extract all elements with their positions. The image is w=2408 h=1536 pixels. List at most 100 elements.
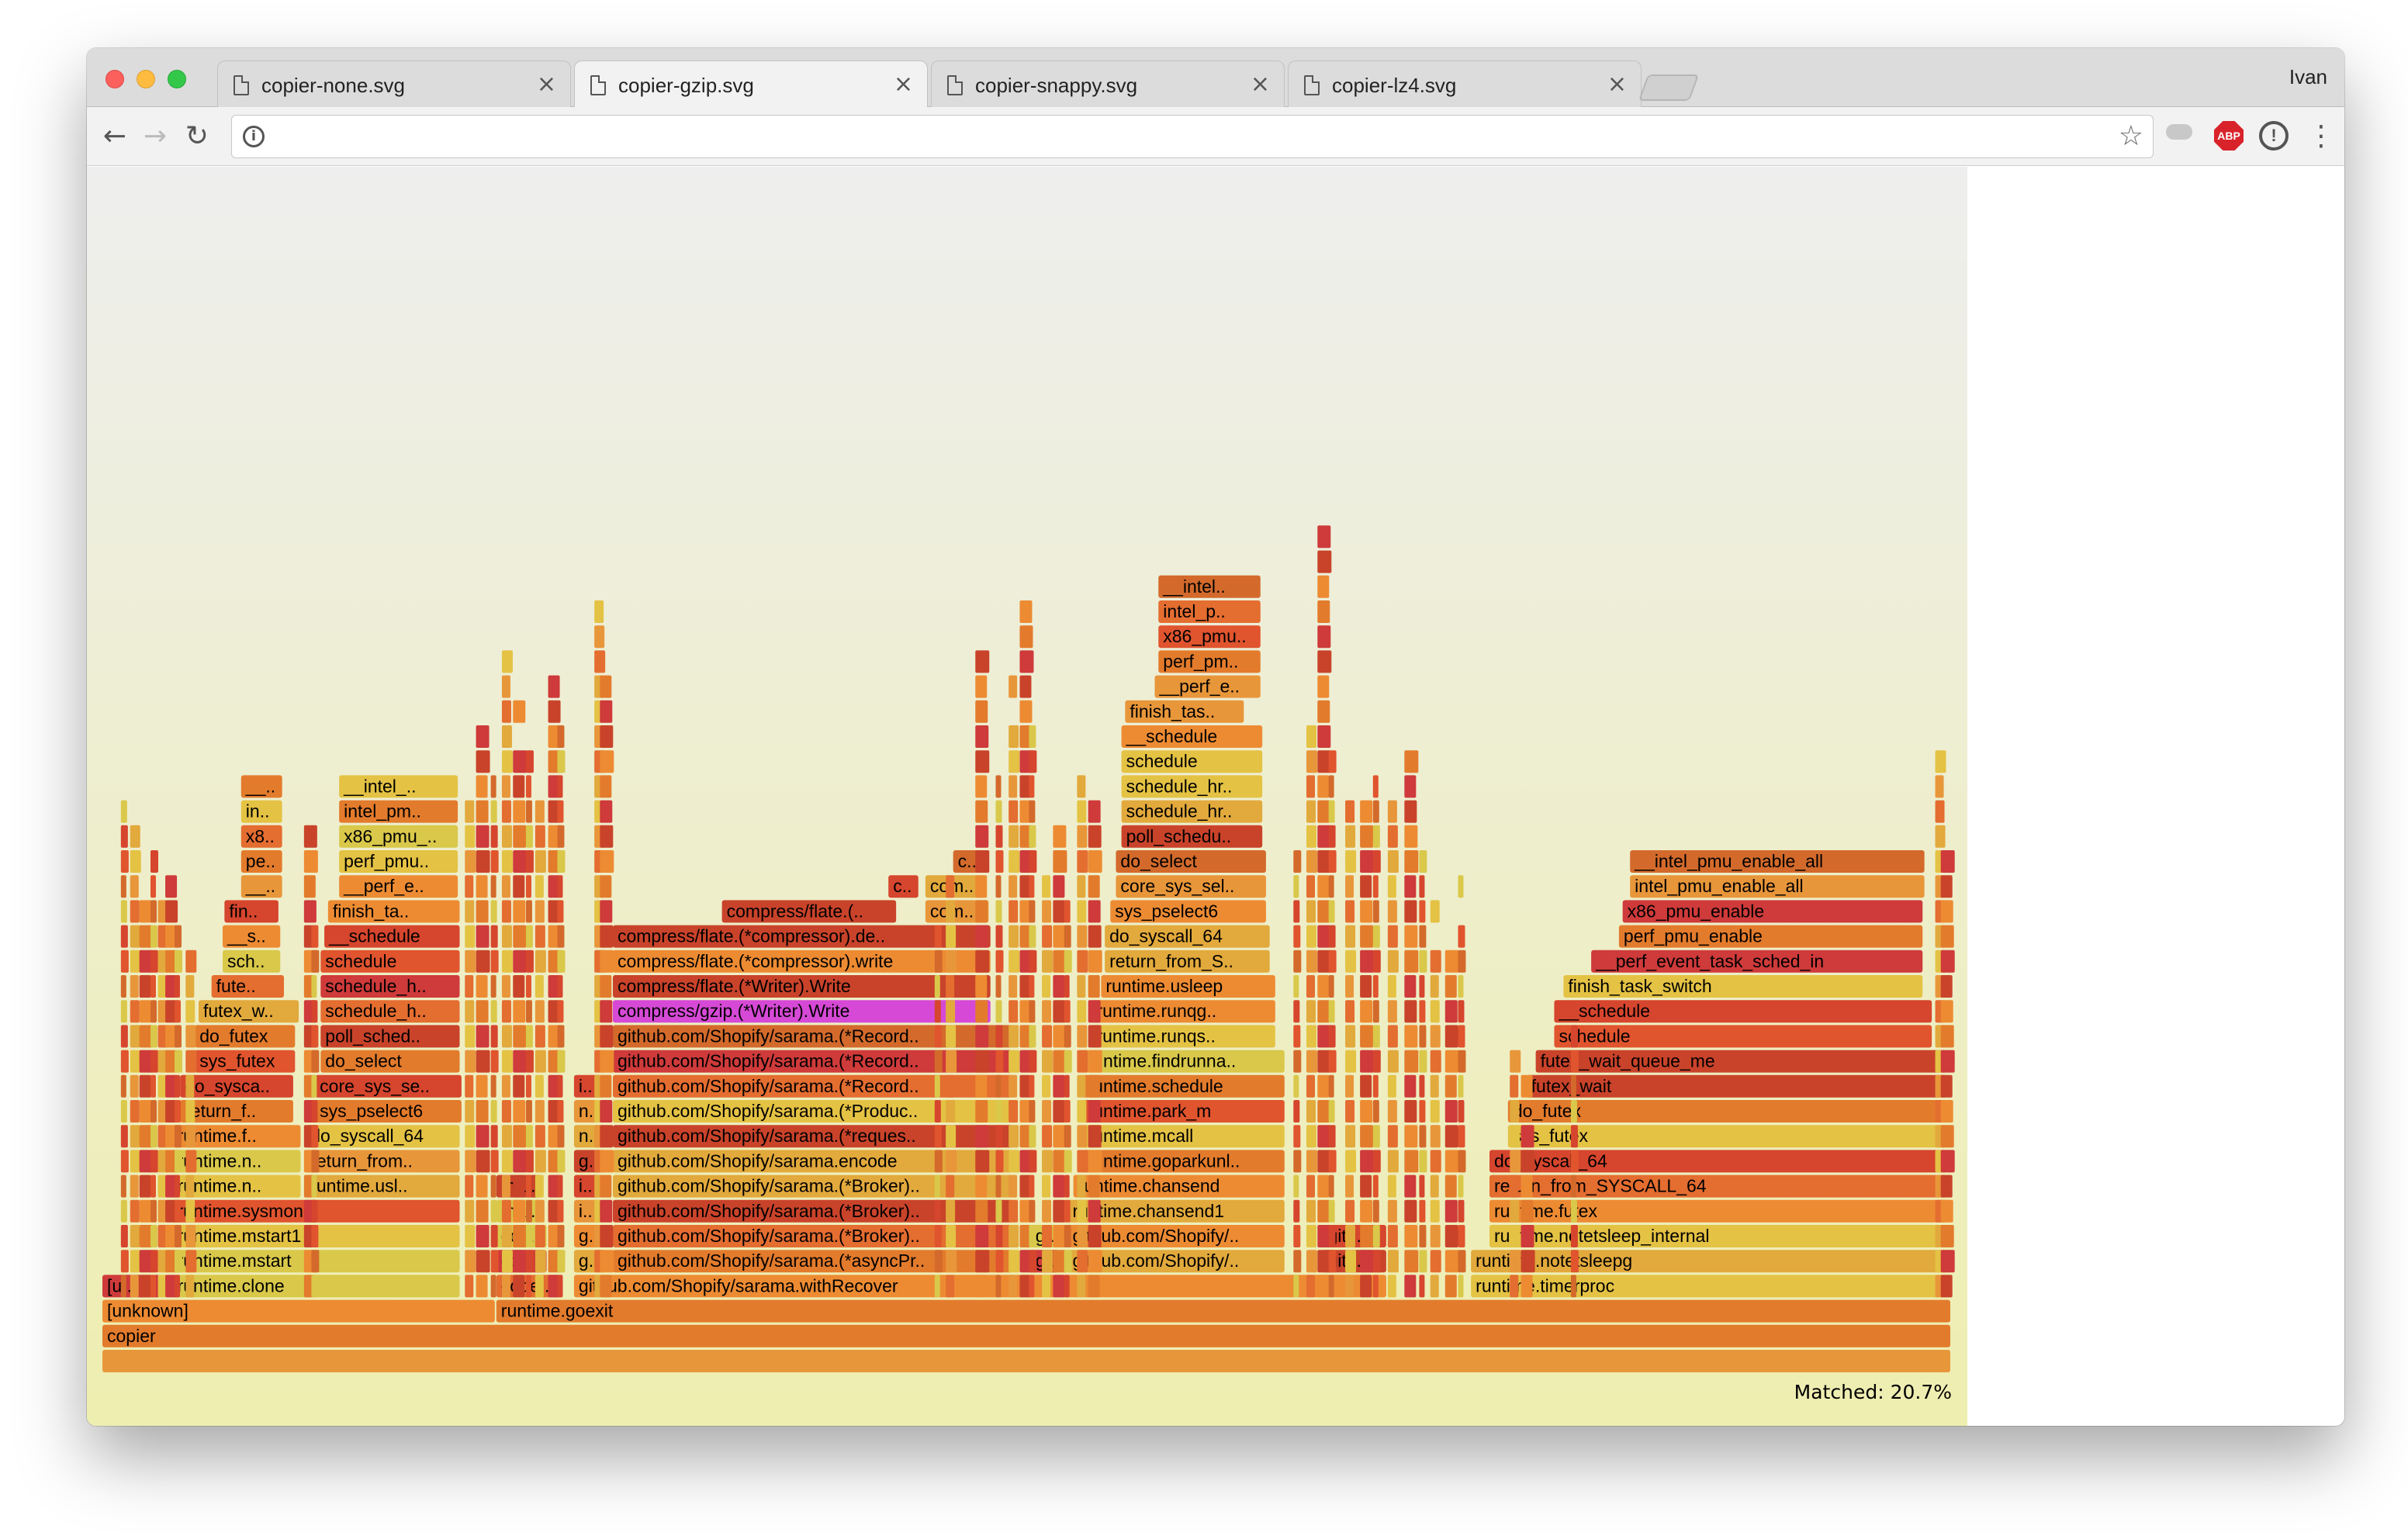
flame-sliver[interactable] <box>1430 975 1439 998</box>
flame-sliver[interactable] <box>501 825 512 848</box>
flame-sliver[interactable] <box>490 925 498 948</box>
flame-sliver[interactable] <box>1306 1250 1317 1273</box>
flame-sliver[interactable] <box>501 1000 511 1023</box>
flame-sliver[interactable] <box>1345 975 1354 998</box>
flame-sliver[interactable] <box>1372 1150 1381 1173</box>
flame-sliver[interactable] <box>1029 975 1035 998</box>
flame-sliver[interactable] <box>1444 1199 1458 1223</box>
flame-sliver[interactable] <box>1293 1000 1300 1023</box>
flame-sliver[interactable] <box>525 800 532 823</box>
flame-sliver[interactable] <box>501 1074 510 1098</box>
flame-sliver[interactable] <box>1444 975 1457 998</box>
flame-sliver[interactable] <box>1458 1150 1466 1173</box>
flame-sliver[interactable] <box>1088 1125 1102 1148</box>
flame-sliver[interactable] <box>311 1250 320 1273</box>
flame-sliver[interactable] <box>513 1150 528 1173</box>
flame-sliver[interactable] <box>120 1150 129 1173</box>
flame-sliver[interactable] <box>535 1174 544 1198</box>
flame-sliver[interactable] <box>934 1225 942 1247</box>
flame-sliver[interactable] <box>535 1050 546 1073</box>
flame-sliver[interactable] <box>1029 1100 1036 1123</box>
flame-sliver[interactable] <box>557 1025 565 1048</box>
flame-sliver[interactable] <box>1419 900 1426 923</box>
flame-sliver[interactable] <box>1088 850 1102 873</box>
flame-sliver[interactable] <box>139 975 151 998</box>
flame-sliver[interactable] <box>311 1074 317 1098</box>
flame-sliver[interactable] <box>1521 1199 1534 1223</box>
flame-sliver[interactable] <box>1430 1100 1440 1123</box>
flame-sliver[interactable] <box>525 1050 534 1073</box>
flame-sliver[interactable] <box>1419 1100 1426 1123</box>
flame-sliver[interactable] <box>1345 1074 1354 1098</box>
flame-sliver[interactable] <box>946 1100 956 1123</box>
flame-sliver[interactable] <box>150 1125 157 1148</box>
flame-sliver[interactable] <box>185 1199 195 1223</box>
flame-frame[interactable]: perf_pmu_enable <box>1618 925 1923 948</box>
flame-sliver[interactable] <box>557 975 563 998</box>
flame-sliver[interactable] <box>1419 850 1427 873</box>
flame-frame[interactable]: __perf_event_task_sched_in <box>1591 950 1923 973</box>
flame-sliver[interactable] <box>525 1100 532 1123</box>
flame-sliver[interactable] <box>476 750 490 773</box>
flame-frame[interactable]: __perf_e.. <box>1154 675 1261 698</box>
flame-sliver[interactable] <box>1404 1150 1419 1173</box>
flame-sliver[interactable] <box>513 825 527 848</box>
flame-sliver[interactable] <box>1009 975 1018 998</box>
flame-sliver[interactable] <box>1042 1225 1053 1247</box>
flame-sliver[interactable] <box>1077 900 1087 923</box>
flame-sliver[interactable] <box>1345 800 1355 823</box>
flame-sliver[interactable] <box>1458 875 1464 898</box>
flame-sliver[interactable] <box>1064 975 1070 998</box>
flame-sliver[interactable] <box>1064 1150 1072 1173</box>
flame-frame-rect[interactable] <box>102 1350 1950 1372</box>
flame-sliver[interactable] <box>946 1275 955 1298</box>
flame-sliver[interactable] <box>975 950 990 973</box>
maximize-window-button[interactable] <box>168 70 186 88</box>
flame-sliver[interactable] <box>1360 1025 1374 1048</box>
flame-sliver[interactable] <box>1009 875 1018 898</box>
flame-frame[interactable]: runtime.futex <box>1489 1199 1950 1223</box>
flame-sliver[interactable] <box>535 1025 545 1048</box>
flame-sliver[interactable] <box>1444 1174 1457 1198</box>
flame-sliver[interactable] <box>1317 900 1330 923</box>
flame-frame[interactable]: poll_sched.. <box>320 1025 460 1048</box>
flame-frame[interactable]: __intel.. <box>1158 575 1261 598</box>
flame-sliver[interactable] <box>476 1225 490 1247</box>
flame-frame[interactable]: __.. <box>240 775 282 798</box>
flame-sliver[interactable] <box>1510 1050 1521 1073</box>
flame-sliver[interactable] <box>1293 1250 1302 1273</box>
flame-sliver[interactable] <box>1019 700 1033 723</box>
flame-sliver[interactable] <box>1521 1250 1535 1273</box>
flame-sliver[interactable] <box>1444 1050 1459 1073</box>
flame-sliver[interactable] <box>1328 1250 1337 1273</box>
flame-sliver[interactable] <box>934 925 942 948</box>
flame-frame[interactable]: schedule_hr.. <box>1121 800 1263 823</box>
flame-sliver[interactable] <box>465 1199 475 1223</box>
flame-sliver[interactable] <box>1029 1199 1036 1223</box>
flame-frame[interactable]: schedule <box>320 950 460 973</box>
flame-sliver[interactable] <box>1510 1275 1519 1298</box>
flame-sliver[interactable] <box>476 1150 490 1173</box>
flame-sliver[interactable] <box>1419 1250 1427 1273</box>
flame-sliver[interactable] <box>1570 1225 1578 1247</box>
flame-sliver[interactable] <box>1419 1275 1425 1298</box>
flame-sliver[interactable] <box>975 775 988 798</box>
flame-sliver[interactable] <box>513 1275 525 1298</box>
flame-sliver[interactable] <box>174 950 182 973</box>
flame-sliver[interactable] <box>1360 1125 1374 1148</box>
flame-sliver[interactable] <box>1570 1275 1576 1298</box>
flame-frame[interactable]: runtime.chansend <box>1073 1174 1285 1198</box>
flame-sliver[interactable] <box>1328 900 1335 923</box>
flame-sliver[interactable] <box>557 800 564 823</box>
flame-sliver[interactable] <box>557 725 565 748</box>
flame-sliver[interactable] <box>150 1050 158 1073</box>
flame-sliver[interactable] <box>1293 925 1301 948</box>
flame-sliver[interactable] <box>1088 800 1101 823</box>
flame-sliver[interactable] <box>1372 1100 1379 1123</box>
flame-sliver[interactable] <box>1345 1125 1356 1148</box>
flame-sliver[interactable] <box>525 875 531 898</box>
flame-sliver[interactable] <box>174 1025 182 1048</box>
flame-frame[interactable]: schedule_hr.. <box>1121 775 1263 798</box>
flame-sliver[interactable] <box>600 1225 614 1247</box>
flame-sliver[interactable] <box>557 1050 566 1073</box>
